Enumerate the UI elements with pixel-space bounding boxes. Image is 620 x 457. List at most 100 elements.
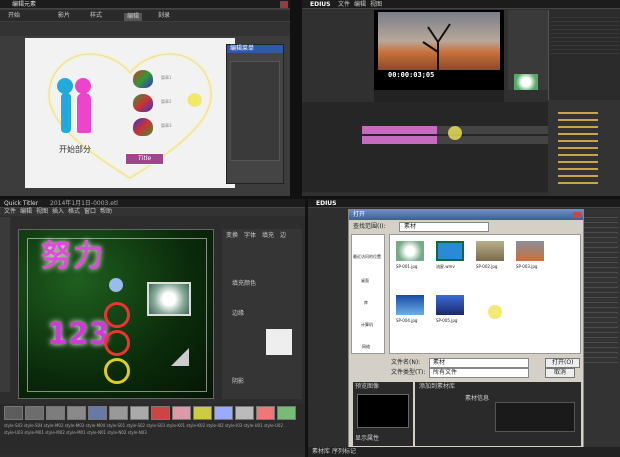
player-monitor[interactable]: 00:00:03;05 (374, 10, 504, 90)
file-list[interactable]: SP-001.jpg 流星.wmv SP-002.jpg SP-003.jpg … (389, 234, 581, 354)
tab-style[interactable]: 样式 (90, 13, 102, 19)
style-swatch[interactable] (214, 406, 233, 420)
style-swatch[interactable] (25, 406, 44, 420)
style-name[interactable]: style-S03 (4, 423, 23, 428)
yellow-circle[interactable] (104, 358, 130, 384)
style-name[interactable]: style-I03 (225, 423, 242, 428)
edge-checkbox[interactable]: 边缘 (232, 311, 244, 317)
filetype-select[interactable]: 所有文件 (429, 368, 529, 378)
style-name[interactable]: style-U01 (244, 423, 263, 428)
tab-markers[interactable]: 序列标记 (332, 449, 356, 455)
add-to-bin-checkbox[interactable]: 添加到素材库 (419, 384, 455, 390)
style-name[interactable]: style-S04 (24, 423, 43, 428)
arrow-preview[interactable] (266, 329, 292, 355)
triangle-shape[interactable] (171, 348, 189, 366)
style-name[interactable]: style-M03 (65, 423, 85, 428)
style-name[interactable]: style-M02 (44, 423, 64, 428)
tool-column[interactable] (0, 217, 10, 392)
style-swatch[interactable] (235, 406, 254, 420)
tab-start[interactable]: 开始 (8, 13, 20, 19)
style-swatch[interactable] (109, 406, 128, 420)
menu-edit[interactable]: 编辑 (354, 2, 366, 8)
close-button[interactable] (280, 1, 288, 8)
place-desktop[interactable]: 桌面 (361, 279, 369, 283)
menu-edit[interactable]: 编辑 (20, 209, 32, 215)
style-swatch[interactable] (172, 406, 191, 420)
style-swatch[interactable] (88, 406, 107, 420)
props-tab-transform[interactable]: 变换 (226, 233, 238, 239)
title-badge[interactable]: Title (125, 153, 165, 165)
style-name[interactable]: style-S01 (106, 423, 125, 428)
folder-list[interactable] (558, 108, 598, 188)
fill-checkbox[interactable]: 填充颜色 (232, 281, 256, 287)
style-name[interactable]: style-N03 (128, 430, 147, 435)
place-recent[interactable]: 最近访问的位置 (353, 255, 381, 259)
style-swatch[interactable] (67, 406, 86, 420)
tab-burn[interactable]: 刻录 (158, 13, 170, 19)
red-circle-2[interactable] (104, 330, 130, 356)
dialog-close-button[interactable] (573, 212, 581, 218)
menu-view[interactable]: 视图 (36, 209, 48, 215)
clip-pink[interactable] (362, 126, 437, 134)
style-name[interactable]: style-N02 (107, 430, 126, 435)
menu-window[interactable]: 窗口 (84, 209, 96, 215)
tab-movie[interactable]: 影片 (58, 13, 70, 19)
style-swatch[interactable] (193, 406, 212, 420)
chapter-button-3[interactable] (133, 118, 153, 136)
tree-list[interactable] (230, 61, 280, 161)
dandelion-image[interactable] (147, 282, 191, 316)
style-swatch[interactable] (151, 406, 170, 420)
look-in-select[interactable]: 素材 (399, 222, 489, 232)
style-swatch[interactable] (4, 406, 23, 420)
file-item[interactable]: SP-003.jpg (516, 241, 548, 277)
clip-pink-2[interactable] (362, 136, 437, 144)
style-name[interactable]: style-U03 (4, 430, 23, 435)
style-name[interactable]: style-I02 (206, 423, 223, 428)
menu-help[interactable]: 帮助 (100, 209, 112, 215)
menu-view[interactable]: 视图 (370, 2, 382, 8)
kissing-couple-image[interactable] (47, 73, 107, 143)
folder-tree[interactable] (548, 100, 620, 196)
style-name[interactable]: style-N01 (87, 430, 106, 435)
style-swatch[interactable] (46, 406, 65, 420)
show-props-checkbox[interactable]: 显示属性 (355, 436, 379, 442)
menu-file[interactable]: 文件 (4, 209, 16, 215)
style-name[interactable]: style-M04 (86, 423, 106, 428)
style-name[interactable]: style-M02 (45, 430, 65, 435)
file-item[interactable]: SP-001.jpg (396, 241, 428, 277)
menu-file[interactable]: 文件 (338, 2, 350, 8)
chapter-button-1[interactable] (133, 70, 153, 88)
menu-format[interactable]: 格式 (68, 209, 80, 215)
file-item[interactable]: SP-004.jpg (396, 295, 428, 331)
number-text[interactable]: 123 (47, 320, 110, 350)
filename-input[interactable]: 素材 (429, 358, 529, 368)
timeline[interactable] (302, 102, 548, 192)
style-swatch[interactable] (256, 406, 275, 420)
style-name[interactable]: style-K02 (186, 423, 205, 428)
open-button[interactable]: 打开(O) (545, 358, 581, 368)
props-tab-fill[interactable]: 填充 (262, 233, 274, 239)
flower-thumb[interactable] (514, 74, 538, 90)
start-section-label[interactable]: 开始部分 (59, 146, 91, 154)
shadow-checkbox[interactable]: 阴影 (232, 379, 244, 385)
style-name[interactable]: style-M01 (24, 430, 44, 435)
props-tab-edge[interactable]: 边 (280, 233, 286, 239)
file-item[interactable]: SP-005.jpg (436, 295, 468, 331)
style-name[interactable]: style-U02 (264, 423, 283, 428)
place-network[interactable]: 网络 (362, 345, 370, 349)
file-item[interactable]: SP-002.jpg (476, 241, 508, 277)
chapter-button-2[interactable] (133, 94, 153, 112)
style-name[interactable]: style-K01 (166, 423, 185, 428)
place-library[interactable]: 库 (364, 301, 368, 305)
style-swatch[interactable] (277, 406, 296, 420)
props-tab-font[interactable]: 字体 (244, 233, 256, 239)
style-name[interactable]: style-M01 (66, 430, 86, 435)
place-computer[interactable]: 计算机 (361, 323, 373, 327)
cancel-button[interactable]: 取消 (545, 368, 576, 378)
red-circle-1[interactable] (104, 302, 130, 328)
title-canvas[interactable]: 努力 123 (18, 229, 214, 399)
tab-bin[interactable]: 素材库 (312, 449, 330, 455)
style-swatch[interactable] (130, 406, 149, 420)
big-text[interactable]: 努力 (41, 242, 105, 272)
file-item[interactable]: 流星.wmv (436, 241, 468, 277)
